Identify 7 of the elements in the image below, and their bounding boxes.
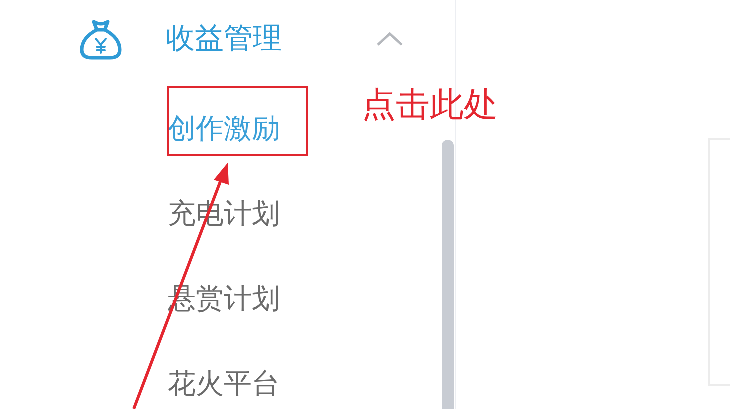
submenu-item[interactable]: 花火平台	[168, 364, 280, 402]
annotation-text: 点击此处	[362, 84, 498, 127]
money-bag-icon	[78, 18, 124, 60]
chevron-up-icon[interactable]	[376, 31, 404, 47]
menu-title[interactable]: 收益管理	[166, 19, 376, 59]
scrollbar-thumb[interactable]	[442, 140, 454, 409]
submenu-item[interactable]: 创作激励	[168, 110, 280, 148]
